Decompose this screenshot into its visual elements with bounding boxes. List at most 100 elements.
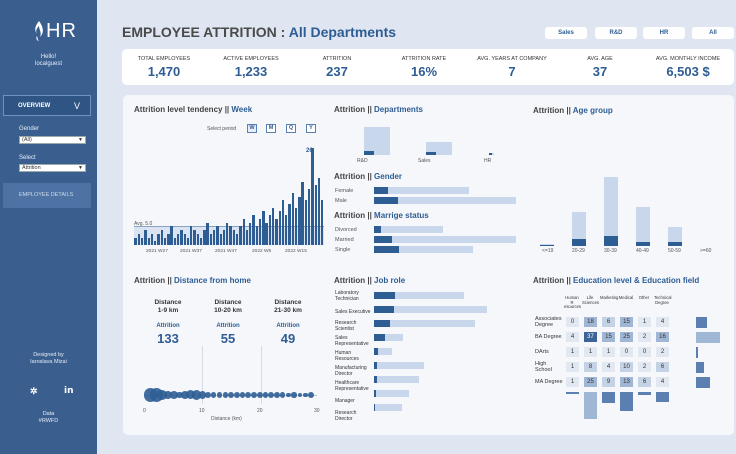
kpi-value: 237 xyxy=(326,64,348,79)
week-bar xyxy=(157,233,160,245)
jobrole-total-bar xyxy=(374,390,410,397)
jobrole-label: Healthcare Representative xyxy=(335,380,369,392)
period-month-button[interactable]: M xyxy=(266,124,276,133)
measure-select[interactable]: Attrition ▼ xyxy=(19,164,86,172)
jobrole-attrition-bar xyxy=(374,292,396,299)
period-week-button[interactable]: W xyxy=(247,124,257,133)
education-title-b: Education level & Education field xyxy=(573,276,700,285)
distance-attr-value: 49 xyxy=(280,331,296,346)
nav-employee-details[interactable]: EMPLOYEE DETAILS xyxy=(3,183,91,208)
distance-group-title: Distance 21-30 km xyxy=(263,299,313,315)
dept-label-hr: HR xyxy=(484,158,492,164)
education-row-total-bar xyxy=(696,332,720,343)
filter-sales-button[interactable]: Sales xyxy=(545,27,587,39)
marriage-label-single: Single xyxy=(335,247,351,253)
heatmap-cell: 4 xyxy=(656,317,669,327)
age-title-b: Age group xyxy=(572,106,613,115)
nav-employee-details-label: EMPLOYEE DETAILS xyxy=(19,192,74,198)
filter-all-button[interactable]: All xyxy=(692,27,734,39)
week-bar xyxy=(150,233,154,245)
week-bar xyxy=(163,237,167,245)
page-title: EMPLOYEE ATTRITION : All Departments xyxy=(122,24,396,40)
week-bar xyxy=(317,177,321,245)
heatmap-cell: 2 xyxy=(638,332,651,342)
week-bar xyxy=(239,226,242,245)
designed-by-label: Designed by xyxy=(33,352,64,358)
education-title: Attrition || Education level & Education… xyxy=(533,276,699,285)
greeting-hello: Hello! xyxy=(40,54,57,60)
distance-tick: 0 xyxy=(143,408,146,414)
dept-attrition-bar xyxy=(489,153,492,155)
education-column-total-bar xyxy=(656,392,669,402)
distance-bubble xyxy=(286,392,291,398)
jobrole-total-bar xyxy=(374,376,420,383)
education-row-total-bar xyxy=(696,377,711,388)
linkedin-icon[interactable]: in xyxy=(64,386,74,396)
heatmap-cell: 1 xyxy=(566,377,579,387)
age-attrition-bar xyxy=(668,241,682,246)
distance-title: Attrition || Distance from home xyxy=(134,276,251,285)
week-bar xyxy=(314,185,317,245)
gender-title: Attrition || Gender xyxy=(334,172,402,181)
education-row-label: MA Degree xyxy=(535,379,563,385)
week-bar xyxy=(213,230,216,245)
departments-title-a: Attrition xyxy=(334,105,368,114)
gender-select[interactable]: (All) ▼ xyxy=(19,136,86,144)
jobrole-title-a: Attrition xyxy=(334,276,368,285)
week-bar xyxy=(222,230,226,245)
tableau-icon[interactable]: ✲ xyxy=(30,386,38,397)
kpi-label: AVG. MONTHLY INCOME xyxy=(655,56,721,62)
period-year-button[interactable]: Y xyxy=(306,124,316,133)
data-source-value: #RWFD xyxy=(38,418,59,424)
week-bar xyxy=(180,230,183,245)
week-bar xyxy=(308,189,311,245)
week-bar xyxy=(199,237,203,245)
kpi-active-employees: ACTIVE EMPLOYEES 1,233 xyxy=(211,56,291,79)
chevron-down-icon: V xyxy=(73,101,80,111)
distance-group-title-range: 21-30 km xyxy=(274,307,302,314)
marriage-attrition-bar xyxy=(374,236,392,243)
jobrole-label-line: Director xyxy=(335,371,353,377)
dept-label-rnd: R&D xyxy=(357,158,368,164)
jobrole-attrition-bar xyxy=(374,376,378,383)
kpi-label: AVG. YEARS AT COMPANY xyxy=(477,56,547,62)
week-bar xyxy=(235,233,239,245)
heatmap-cell: 2 xyxy=(638,362,651,372)
marriage-total-bar xyxy=(374,236,516,243)
kpi-value: 6,503 $ xyxy=(666,64,710,79)
week-bar xyxy=(262,211,265,245)
distance-bubble xyxy=(222,392,228,398)
logo-text: HR xyxy=(46,20,77,42)
jobrole-label: Research Director xyxy=(335,410,356,422)
flame-icon xyxy=(35,21,43,41)
marriage-label-divorced: Divorced xyxy=(335,227,357,233)
education-column-label: Medical xyxy=(618,295,634,301)
heatmap-cell: 1 xyxy=(566,347,579,357)
dept-attrition-bar xyxy=(364,151,374,155)
nav-overview-label: OVERVIEW xyxy=(18,103,51,109)
week-bar xyxy=(167,233,170,245)
jobrole-label-line: Resources xyxy=(335,356,359,362)
week-bar xyxy=(249,222,252,245)
dept-label-sales: Sales xyxy=(418,158,431,164)
filter-rnd-button[interactable]: R&D xyxy=(595,27,637,39)
jobrole-title-b: Job role xyxy=(374,276,406,285)
distance-group-title-line: Distance xyxy=(214,299,242,306)
designed-by-author: Iaroslava Mizai xyxy=(30,359,67,365)
age-total-bar xyxy=(636,207,650,246)
week-bar xyxy=(196,233,200,245)
distance-bubble xyxy=(211,392,217,398)
tendency-title: Attrition level tendency || Week xyxy=(134,105,252,114)
gender-label-male: Male xyxy=(335,198,347,204)
week-bar xyxy=(229,226,232,245)
greeting-user: localguest xyxy=(34,61,63,67)
distance-attr-label: Attrition xyxy=(276,323,300,329)
jobrole-title: Attrition || Job role xyxy=(334,276,405,285)
period-quarter-button[interactable]: Q xyxy=(286,124,296,133)
heatmap-cell: 6 xyxy=(656,362,669,372)
heatmap-cell: 1 xyxy=(602,347,615,357)
jobrole-attrition-bar xyxy=(374,362,378,369)
nav-overview[interactable]: OVERVIEW V xyxy=(3,95,91,116)
filter-hr-button[interactable]: HR xyxy=(643,27,685,39)
marriage-title-b: Marrige status xyxy=(374,211,429,220)
